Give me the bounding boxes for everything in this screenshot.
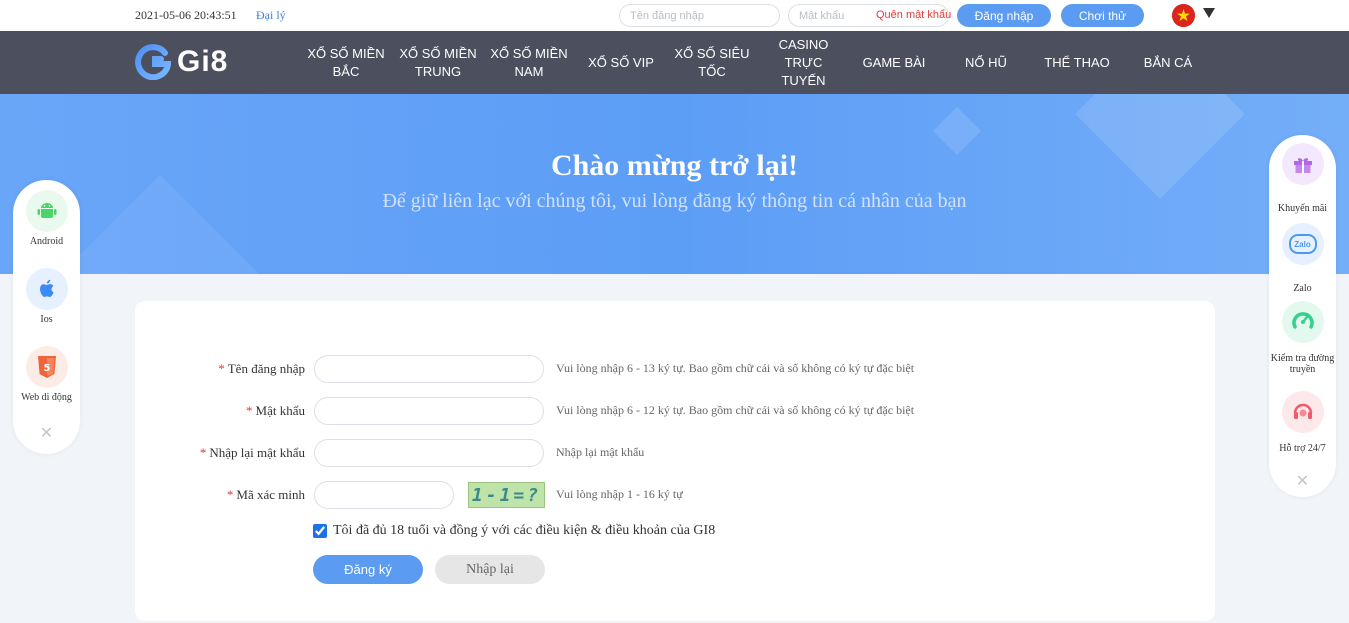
login-button[interactable]: Đăng nhập <box>957 4 1051 27</box>
nav-no-hu[interactable]: NỔ HŨ <box>945 31 1027 94</box>
promotion-label: Khuyến mãi <box>1277 203 1328 214</box>
agent-link[interactable]: Đại lý <box>256 8 286 23</box>
banner-decoration <box>932 106 982 156</box>
svg-text:5: 5 <box>43 363 50 374</box>
android-icon <box>25 190 68 232</box>
zalo-icon: Zalo <box>1281 223 1324 265</box>
confirm-password-hint: Nhập lại mật khẩu <box>556 445 645 459</box>
reset-button[interactable]: Nhập lại <box>435 555 545 584</box>
speed-test-icon <box>1281 301 1324 343</box>
android-download[interactable]: Android <box>13 190 80 247</box>
mobile-web-link[interactable]: 5 Web di động <box>13 346 80 403</box>
confirm-password-label: * Nhập lại mật khẩu <box>199 445 305 460</box>
nav-xo-so-mien-trung[interactable]: XỔ SỐ MIỀN TRUNG <box>397 31 479 94</box>
terms-checkbox[interactable] <box>313 524 327 538</box>
trial-play-button[interactable]: Chơi thử <box>1061 4 1144 27</box>
main-nav: Gi8 XỔ SỐ MIỀN BẮC XỔ SỐ MIỀN TRUNG XỔ S… <box>0 31 1349 94</box>
gift-icon <box>1281 143 1324 185</box>
login-username-input[interactable] <box>619 4 780 27</box>
banner-decoration <box>1075 94 1245 199</box>
nav-ban-ca[interactable]: BẮN CÁ <box>1127 31 1209 94</box>
confirm-password-field[interactable] <box>314 439 544 467</box>
apple-icon <box>25 268 68 310</box>
support-link[interactable]: Hỗ trợ 24/7 <box>1269 391 1336 454</box>
app-download-panel: Android Ios 5 Web di động ✕ <box>13 180 80 454</box>
close-icon[interactable]: ✕ <box>1269 471 1336 490</box>
username-label: * Tên đăng nhập <box>218 361 305 376</box>
nav-xo-so-vip[interactable]: XỔ SỐ VIP <box>580 31 662 94</box>
nav-casino-truc-tuyen[interactable]: CASINO TRỰC TUYẾN <box>770 31 837 94</box>
banner-subtitle: Để giữ liên lạc với chúng tôi, vui lòng … <box>382 190 967 212</box>
captcha-label: * Mã xác minh <box>226 487 305 502</box>
captcha-field[interactable] <box>314 481 454 509</box>
ios-download[interactable]: Ios <box>13 268 80 325</box>
captcha-hint: Vui lòng nhập 1 - 16 ký tự <box>556 487 683 501</box>
nav-xo-so-mien-nam[interactable]: XỔ SỐ MIỀN NAM <box>488 31 570 94</box>
banner-title: Chào mừng trở lại! <box>550 149 799 182</box>
android-label: Android <box>29 236 64 247</box>
terms-text: Tôi đã đủ 18 tuổi và đồng ý với các điều… <box>333 523 716 538</box>
logo-mark-icon <box>135 44 171 80</box>
register-button[interactable]: Đăng ký <box>313 555 423 584</box>
vietnam-flag-icon[interactable] <box>1172 4 1195 27</box>
support-icon <box>1281 391 1324 433</box>
register-form: * Tên đăng nhập Vui lòng nhập 6 - 13 ký t… <box>135 301 1215 621</box>
username-field[interactable] <box>314 355 544 383</box>
password-label: * Mật khẩu <box>246 403 305 418</box>
terms-agreement: Tôi đã đủ 18 tuổi và đồng ý với các điều… <box>313 523 715 539</box>
password-field[interactable] <box>314 397 544 425</box>
ios-label: Ios <box>40 314 53 325</box>
support-panel: Khuyến mãi Zalo Zalo Kiểm tra đường truy… <box>1269 135 1336 497</box>
speed-test-label: Kiểm tra đường truyền <box>1270 353 1335 375</box>
welcome-banner: Chào mừng trở lại! Để giữ liên lạc với c… <box>0 94 1349 274</box>
nav-the-thao[interactable]: THỂ THAO <box>1036 31 1118 94</box>
speed-test-link[interactable]: Kiểm tra đường truyền <box>1269 301 1336 375</box>
logo-text: Gi8 <box>177 45 229 78</box>
zalo-label: Zalo <box>1293 283 1312 294</box>
nav-xo-so-mien-bac[interactable]: XỔ SỐ MIỀN BẮC <box>305 31 387 94</box>
nav-xo-so-sieu-toc[interactable]: XỔ SỐ SIÊU TỐC <box>671 31 753 94</box>
password-hint: Vui lòng nhập 6 - 12 ký tự. Bao gồm chữ … <box>556 403 915 417</box>
mobile-web-label: Web di động <box>21 392 72 403</box>
zalo-link[interactable]: Zalo Zalo <box>1269 223 1336 294</box>
close-icon[interactable]: ✕ <box>13 423 80 442</box>
captcha-image[interactable]: 1-1=? <box>468 482 545 508</box>
language-dropdown-icon[interactable] <box>1203 8 1215 18</box>
site-logo[interactable]: Gi8 <box>135 43 228 81</box>
top-bar: 2021-05-06 20:43:51 Đại lý Quên mật khẩu… <box>0 0 1349 31</box>
current-datetime: 2021-05-06 20:43:51 <box>135 8 237 22</box>
forgot-password-link[interactable]: Quên mật khẩu <box>876 9 951 21</box>
html5-icon: 5 <box>25 346 68 388</box>
nav-game-bai[interactable]: GAME BÀI <box>853 31 935 94</box>
username-hint: Vui lòng nhập 6 - 13 ký tự. Bao gồm chữ … <box>556 361 915 375</box>
support-label: Hỗ trợ 24/7 <box>1279 443 1326 454</box>
promotion-link[interactable]: Khuyến mãi <box>1269 143 1336 214</box>
